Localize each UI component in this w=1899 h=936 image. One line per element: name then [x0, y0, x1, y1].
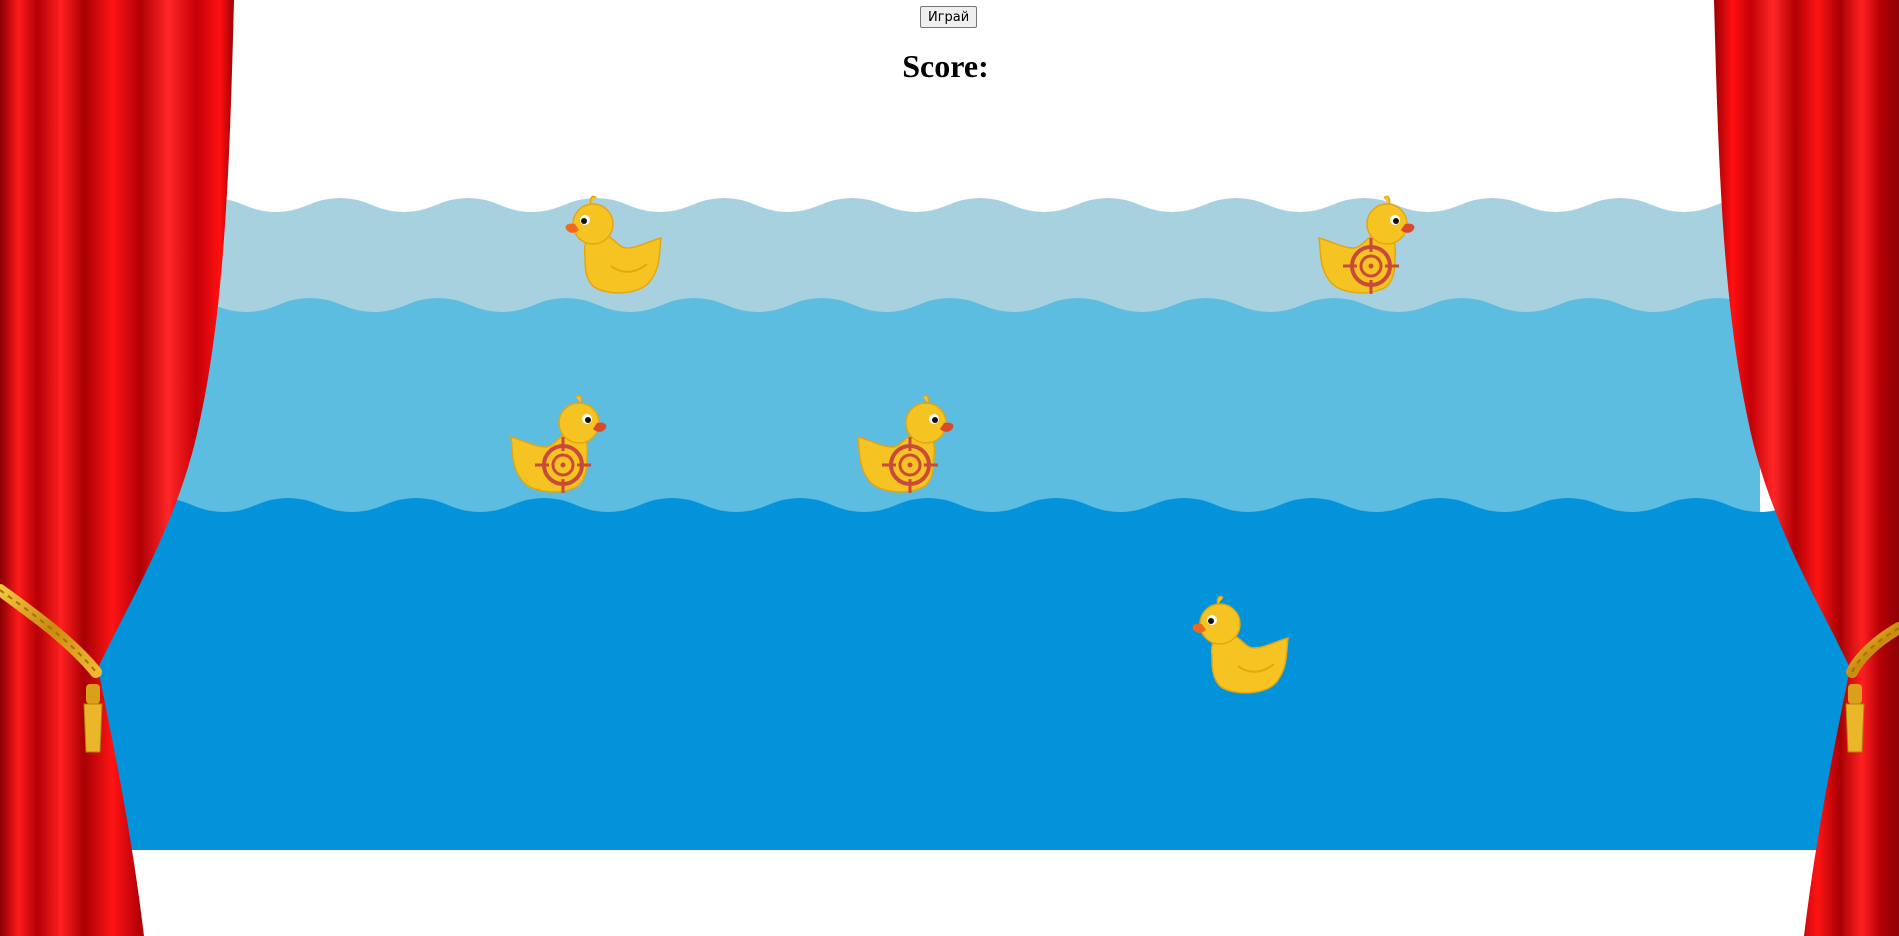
duck-body: [565, 195, 662, 294]
score-display: Score:: [0, 48, 1899, 85]
duck-body: [1192, 595, 1289, 694]
water-layer-front: [0, 498, 1899, 850]
duck[interactable]: [563, 194, 667, 300]
duck-body: [510, 394, 607, 493]
duck-body: [857, 394, 954, 493]
duck[interactable]: [1190, 594, 1294, 700]
score-label: Score:: [902, 48, 989, 84]
duck-body: [1318, 195, 1415, 294]
play-button[interactable]: Играй: [920, 6, 978, 28]
water-layer-middle: [150, 298, 1769, 520]
duck-target[interactable]: [505, 393, 609, 499]
duck-target[interactable]: [1313, 194, 1417, 300]
curtain-right: [1714, 0, 1899, 936]
duck-target[interactable]: [852, 393, 956, 499]
game-stage: Играй Score:: [0, 0, 1899, 936]
curtain-left: [0, 0, 234, 936]
